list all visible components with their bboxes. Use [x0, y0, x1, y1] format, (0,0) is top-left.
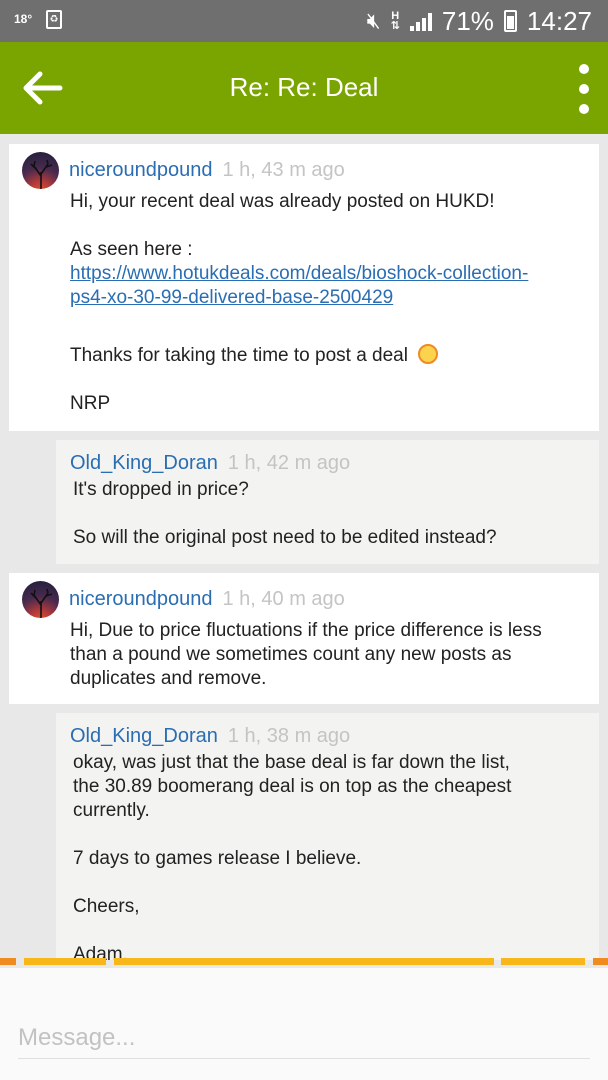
message-body: Hi, Due to price fluctuations if the pri…	[70, 619, 595, 691]
message-line: currently.	[73, 800, 150, 821]
username-link[interactable]: Old_King_Doran	[70, 452, 218, 474]
clock-text: 14:27	[526, 5, 592, 36]
message-meta: niceroundpound 1 h, 40 m ago	[69, 588, 345, 611]
message-meta: niceroundpound 1 h, 43 m ago	[69, 159, 345, 182]
timestamp: 1 h, 43 m ago	[222, 159, 345, 181]
message-body: okay, was just that the base deal is far…	[73, 751, 593, 960]
message-composer	[0, 968, 608, 1080]
message-card: niceroundpound 1 h, 40 m ago Hi, Due to p…	[9, 573, 599, 704]
status-bar: 18° ♻ 🔇︎ H ⇅ 71% 14:27	[0, 0, 608, 42]
temperature-text: 18°	[14, 12, 33, 26]
message-body: Hi, your recent deal was already posted …	[70, 190, 590, 416]
page-title: Re: Re: Deal	[229, 72, 379, 102]
loading-progress-bar	[0, 958, 608, 966]
avatar[interactable]	[22, 581, 59, 618]
message-line: Hi, Due to price fluctuations if the pri…	[70, 620, 542, 641]
timestamp: 1 h, 42 m ago	[227, 452, 351, 474]
message-input[interactable]	[18, 1018, 590, 1059]
message-line: the 30.89 boomerang deal is on top as th…	[73, 776, 512, 797]
message-line: It's dropped in price?	[73, 479, 249, 500]
deal-link[interactable]: https://www.hotukdeals.com/deals/bioshoc…	[70, 263, 528, 284]
message-line: As seen here :	[70, 239, 193, 260]
recycle-notification-icon: ♻	[46, 10, 62, 29]
reply-card: Old_King_Doran 1 h, 38 m ago okay, was ju…	[56, 713, 599, 960]
mute-icon: 🔇︎	[366, 8, 381, 33]
message-line: than a pound we sometimes count any new …	[70, 644, 512, 665]
message-line: NRP	[70, 393, 111, 414]
username-link[interactable]: niceroundpound	[69, 588, 212, 610]
battery-percent-text: 71%	[441, 5, 494, 36]
smiling-face-emoji-icon	[417, 344, 438, 364]
deal-link-continued[interactable]: ps4-xo-30-99-delivered-base-2500429	[70, 287, 393, 308]
app-bar: Re: Re: Deal	[0, 42, 608, 134]
message-thread[interactable]: niceroundpound 1 h, 43 m ago Hi, your rec…	[0, 134, 608, 960]
message-line: So will the original post need to be edi…	[73, 527, 497, 548]
tree-silhouette-icon	[30, 588, 53, 618]
avatar[interactable]	[22, 152, 59, 189]
timestamp: 1 h, 38 m ago	[227, 725, 351, 747]
message-meta: Old_King_Doran 1 h, 38 m ago	[70, 725, 350, 748]
message-card: niceroundpound 1 h, 43 m ago Hi, your rec…	[9, 144, 599, 431]
network-type-icon: H ⇅	[390, 10, 400, 32]
signal-icon	[409, 11, 432, 31]
username-link[interactable]: Old_King_Doran	[70, 725, 218, 747]
message-line: duplicates and remove.	[70, 668, 267, 689]
tree-silhouette-icon	[30, 159, 53, 189]
message-meta: Old_King_Doran 1 h, 42 m ago	[70, 452, 350, 475]
message-line: okay, was just that the base deal is far…	[73, 752, 510, 773]
battery-icon	[503, 10, 517, 32]
message-line: Hi, your recent deal was already posted …	[70, 191, 495, 212]
message-body: It's dropped in price? So will the origi…	[73, 478, 593, 550]
message-line: Cheers,	[73, 896, 140, 917]
network-type-label: H	[391, 10, 400, 22]
message-line: 7 days to games release I believe.	[73, 848, 362, 869]
username-link[interactable]: niceroundpound	[69, 159, 212, 181]
reply-card: Old_King_Doran 1 h, 42 m ago It's dropped…	[56, 440, 599, 564]
message-line: Thanks for taking the time to post a dea…	[70, 345, 408, 366]
overflow-menu-button[interactable]	[572, 64, 596, 114]
more-vertical-icon	[579, 64, 589, 74]
timestamp: 1 h, 40 m ago	[222, 588, 345, 610]
